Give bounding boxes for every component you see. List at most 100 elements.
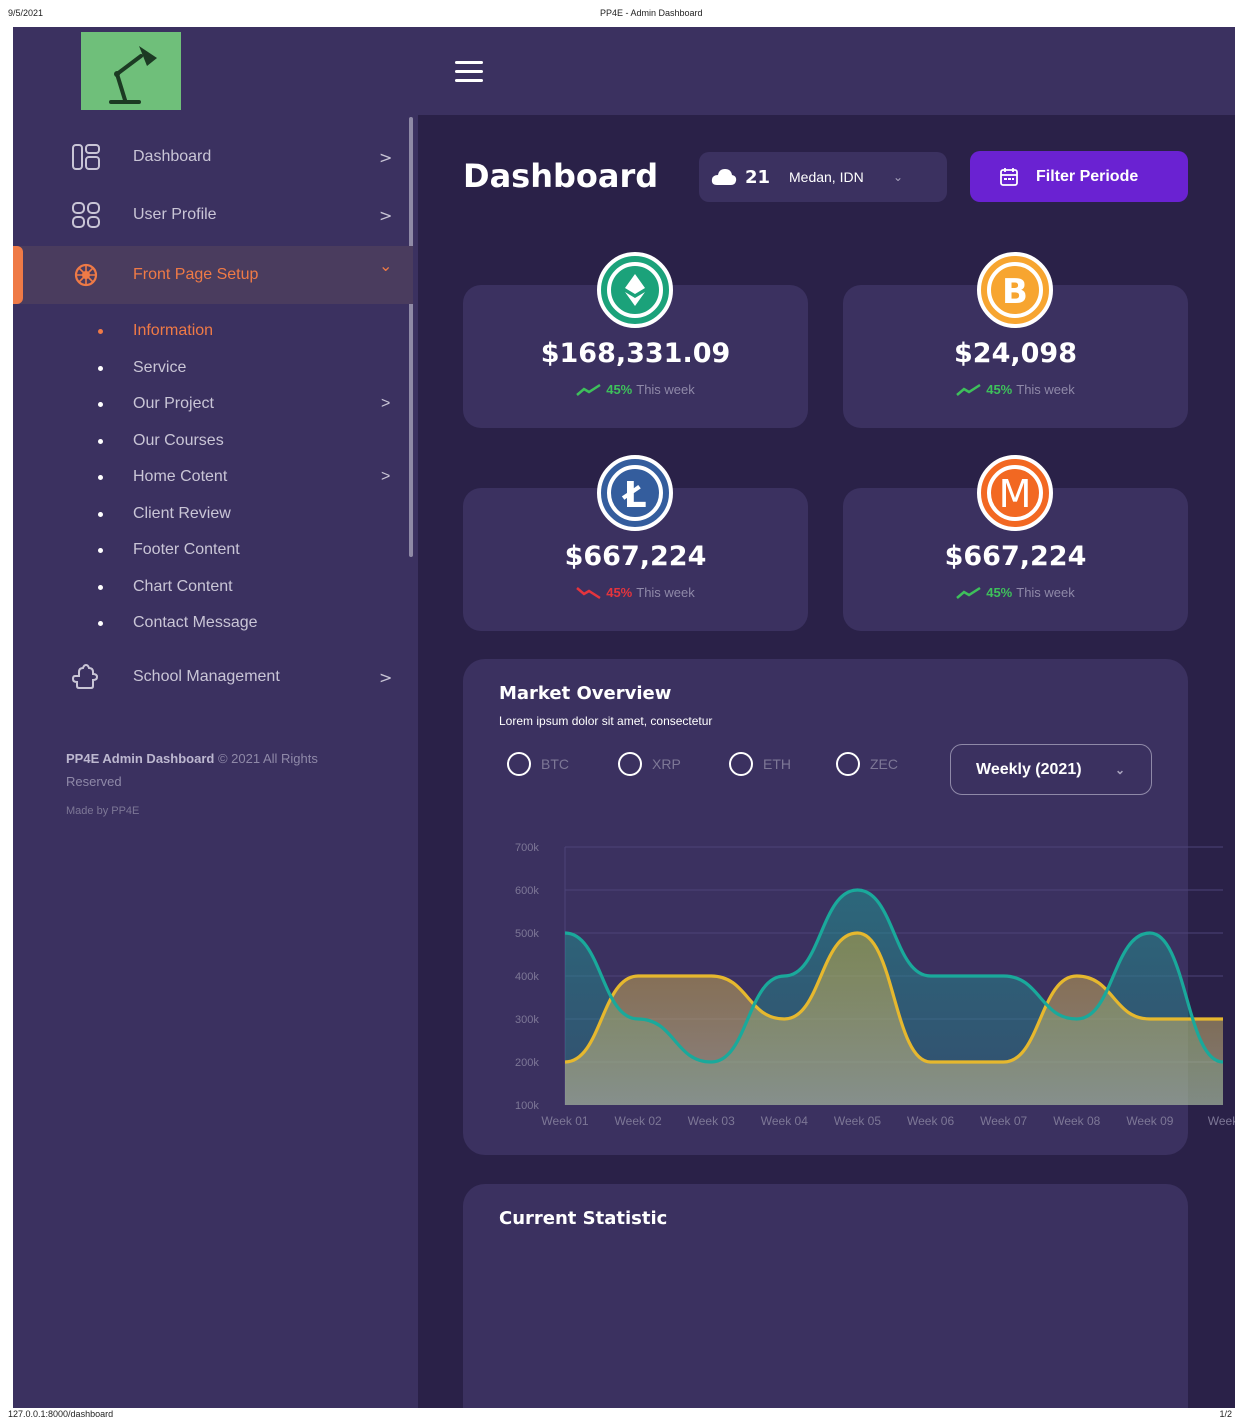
- trend-period: This week: [636, 585, 695, 600]
- grid-icon: [71, 200, 101, 230]
- submenu-label: Home Cotent: [133, 468, 228, 485]
- sidebar-item-label: School Management: [133, 668, 280, 685]
- submenu-item-footer-content[interactable]: Footer Content: [13, 535, 413, 565]
- bitcoin-coin-icon: B: [968, 252, 1062, 328]
- print-date: 9/5/2021: [8, 8, 44, 18]
- puzzle-icon: [71, 662, 101, 692]
- submenu-item-client-review[interactable]: Client Review: [13, 499, 413, 529]
- card-amount: $24,098: [954, 338, 1077, 369]
- trend-period: This week: [636, 382, 695, 397]
- sidebar-copyright: PP4E Admin Dashboard © 2021 All Rights R…: [66, 747, 376, 793]
- x-tick-label: Week 02: [615, 1114, 662, 1128]
- trend-up-icon: [576, 383, 601, 396]
- submenu-label: Contact Message: [133, 614, 258, 631]
- filter-label: Filter Periode: [1036, 167, 1139, 185]
- y-tick-label: 600k: [515, 885, 539, 897]
- bullet: [98, 620, 103, 626]
- market-chart: 100k 200k 300k 400k 500k 600k 700k Week 01 Week …: [515, 842, 1235, 1128]
- trend-percent: 45%: [606, 585, 633, 600]
- y-tick-label: 100k: [515, 1100, 539, 1112]
- card-amount: $168,331.09: [540, 338, 731, 369]
- tether-coin-icon: [588, 252, 682, 328]
- x-tick-label: Week 04: [761, 1114, 808, 1128]
- card-trend: 45% This week: [463, 585, 808, 600]
- chevron-right-icon: >: [379, 205, 393, 225]
- logo[interactable]: [81, 32, 181, 110]
- desk-lamp-icon: [109, 46, 157, 104]
- submenu-item-contact-message[interactable]: Contact Message: [13, 608, 413, 638]
- bullet: [98, 401, 103, 407]
- trend-percent: 45%: [986, 382, 1013, 397]
- x-tick-label: Week 08: [1053, 1114, 1100, 1128]
- card-amount: $667,224: [944, 541, 1087, 572]
- submenu-label: Information: [133, 322, 214, 339]
- card-trend: 45% This week: [843, 382, 1188, 397]
- market-overview-panel: Market Overview Lorem ipsum dolor sit am…: [463, 659, 1235, 1155]
- weather-widget[interactable]: 21 Medan, IDN ⌄: [699, 152, 947, 202]
- chevron-right-icon: >: [381, 468, 391, 485]
- x-tick-label: Week 01: [541, 1114, 588, 1128]
- sidebar-item-label: User Profile: [133, 206, 217, 223]
- y-tick-label: 300k: [515, 1014, 539, 1026]
- svg-text:Ł: Ł: [621, 475, 646, 516]
- y-tick-label: 700k: [515, 842, 539, 854]
- trend-down-icon: [576, 586, 601, 599]
- chevron-down-icon: ⌄: [893, 170, 904, 184]
- trend-percent: 45%: [606, 382, 633, 397]
- x-tick-label: Week 03: [688, 1114, 735, 1128]
- x-tick-label: Week: [1208, 1114, 1235, 1128]
- x-tick-label: Week 09: [1126, 1114, 1173, 1128]
- submenu-item-home-content[interactable]: Home Cotent >: [13, 462, 413, 492]
- footer-brand: PP4E Admin Dashboard: [66, 751, 215, 766]
- submenu-item-our-project[interactable]: Our Project >: [13, 389, 413, 419]
- bullet: [98, 438, 103, 444]
- submenu-label: Our Courses: [133, 432, 224, 449]
- submenu-item-service[interactable]: Service: [13, 353, 413, 383]
- calendar-icon: [1000, 168, 1018, 186]
- layout-icon: [71, 142, 101, 172]
- weather-location: Medan, IDN: [789, 169, 864, 185]
- bullet: [98, 584, 103, 590]
- filter-period-button[interactable]: Filter Periode: [970, 151, 1188, 202]
- page-title: Dashboard: [463, 157, 659, 195]
- sidebar-item-user-profile[interactable]: User Profile >: [13, 186, 413, 244]
- current-statistic-panel: Current Statistic: [463, 1184, 1188, 1408]
- x-tick-label: Week 05: [834, 1114, 881, 1128]
- submenu-item-our-courses[interactable]: Our Courses: [13, 426, 413, 456]
- svg-text:B: B: [1002, 272, 1028, 312]
- weather-temperature: 21: [745, 166, 771, 188]
- chevron-down-icon: ⌄: [379, 256, 393, 275]
- bullet: [98, 474, 103, 480]
- card-amount: $667,224: [564, 541, 707, 572]
- bullet: [98, 365, 103, 371]
- bullet: [98, 328, 103, 334]
- chevron-right-icon: >: [379, 147, 393, 167]
- trend-period: This week: [1016, 585, 1075, 600]
- x-tick-label: Week 06: [907, 1114, 954, 1128]
- submenu-label: Footer Content: [133, 541, 240, 558]
- sidebar-item-front-page-setup[interactable]: Front Page Setup ⌄: [13, 246, 413, 304]
- chevron-right-icon: >: [379, 667, 393, 687]
- x-tick-label: Week 07: [980, 1114, 1027, 1128]
- sidebar-item-dashboard[interactable]: Dashboard >: [13, 128, 413, 186]
- cloud-icon: [711, 169, 737, 185]
- sidebar-item-school-management[interactable]: School Management >: [13, 648, 413, 706]
- trend-up-icon: [956, 586, 981, 599]
- menu-toggle-icon[interactable]: [455, 61, 483, 83]
- submenu-label: Client Review: [133, 505, 231, 522]
- svg-text:M: M: [999, 472, 1032, 516]
- sidebar: Dashboard > User Profile > Front Page Se…: [13, 115, 418, 1408]
- made-by: Made by PP4E: [66, 805, 140, 817]
- trend-up-icon: [956, 383, 981, 396]
- wheel-icon: [71, 260, 101, 290]
- submenu-label: Our Project: [133, 395, 214, 412]
- trend-period: This week: [1016, 382, 1075, 397]
- active-indicator: [13, 246, 23, 304]
- sidebar-item-label: Front Page Setup: [133, 266, 259, 283]
- submenu-label: Chart Content: [133, 578, 233, 595]
- submenu-item-chart-content[interactable]: Chart Content: [13, 572, 413, 602]
- card-trend: 45% This week: [843, 585, 1188, 600]
- submenu-item-information[interactable]: Information: [13, 316, 413, 346]
- statistic-title: Current Statistic: [499, 1208, 668, 1229]
- top-bar: [13, 27, 1235, 115]
